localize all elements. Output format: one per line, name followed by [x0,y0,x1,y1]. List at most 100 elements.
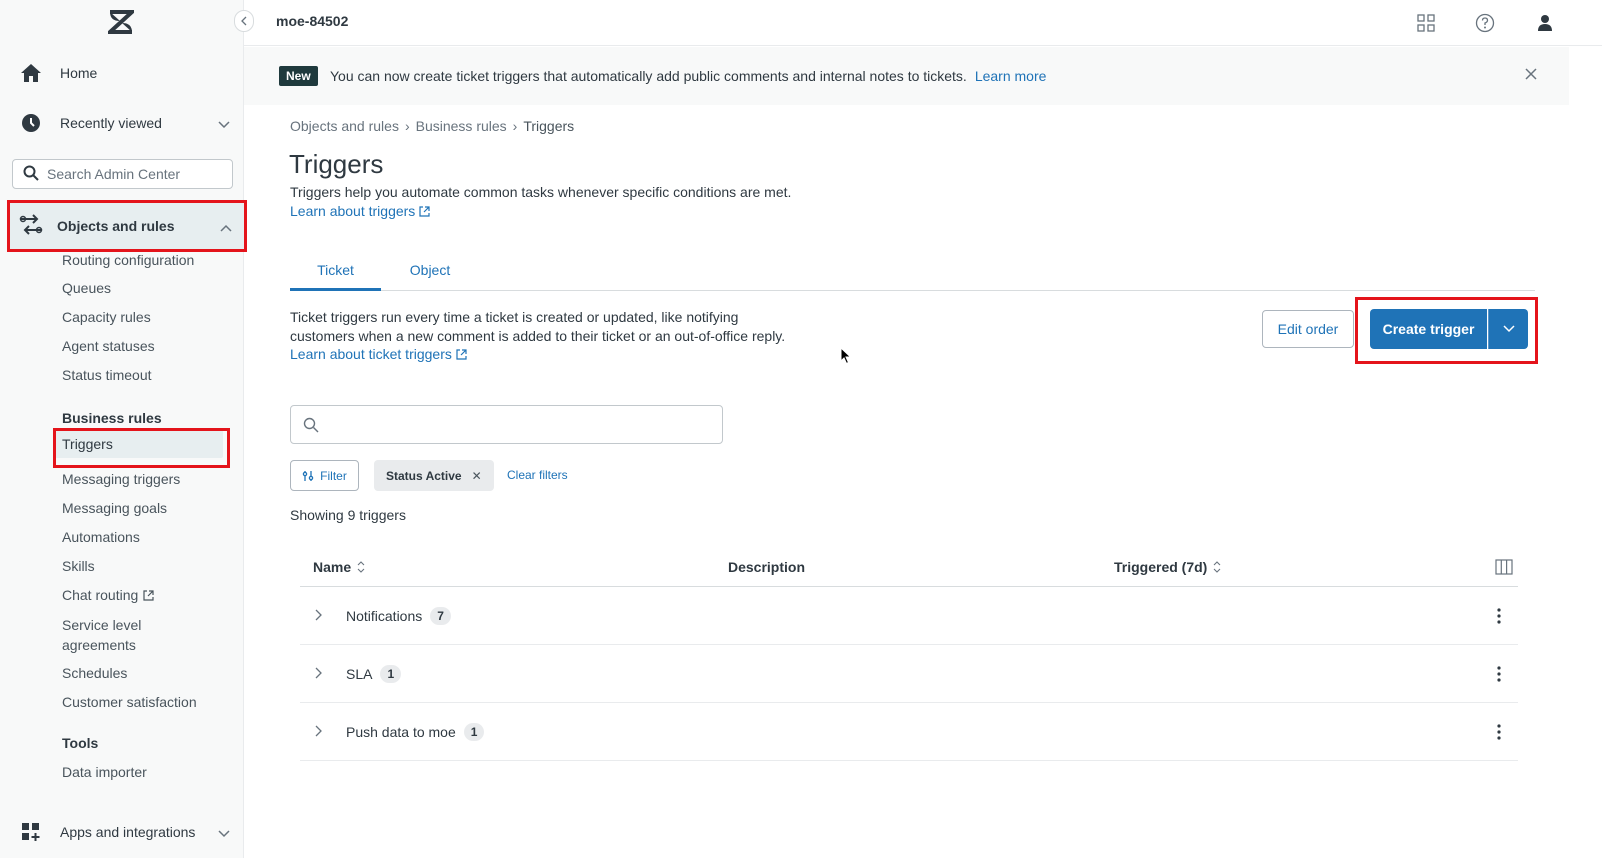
tab-list: Ticket Object [290,262,1535,291]
showing-count: Showing 9 triggers [290,507,406,523]
filter-label: Filter [320,468,347,483]
nav-home[interactable]: Home [18,61,234,85]
status-active-tag: Status Active ✕ [374,460,494,491]
nav-status-timeout[interactable]: Status timeout [62,365,152,385]
chevron-down-icon [218,116,230,132]
kebab-menu-icon[interactable] [1491,607,1507,625]
ticket-triggers-description: Ticket triggers run every time a ticket … [290,308,820,346]
create-trigger-menu-button[interactable] [1488,309,1528,349]
edit-order-button[interactable]: Edit order [1262,310,1354,348]
row-count-badge: 7 [430,607,451,625]
mouse-cursor-icon [840,346,852,368]
nav-data-importer[interactable]: Data importer [62,762,147,782]
sort-icon [1213,561,1221,573]
banner-text-wrap: You can now create ticket triggers that … [330,68,1046,84]
page-description: Triggers help you automate common tasks … [290,184,792,200]
nav-home-label: Home [60,65,98,81]
top-bar: moe-84502 [244,0,1602,46]
table-row[interactable]: SLA 1 [300,645,1518,703]
new-badge: New [279,66,318,86]
search-icon [303,417,319,432]
close-icon[interactable] [1524,67,1542,85]
tab-object[interactable]: Object [381,262,479,291]
nav-customer-satisfaction[interactable]: Customer satisfaction [62,692,197,712]
breadcrumb-business-rules[interactable]: Business rules [416,118,507,134]
status-tag-label: Status Active [386,468,462,483]
learn-about-ticket-triggers-link[interactable]: Learn about ticket triggers [290,346,467,362]
row-name: Notifications 7 [346,607,451,625]
column-triggered-header[interactable]: Triggered (7d) [1114,559,1221,575]
kebab-menu-icon[interactable] [1491,723,1507,741]
banner-text: You can now create ticket triggers that … [330,68,967,84]
nav-objects-and-rules-label: Objects and rules [57,218,175,234]
nav-schedules[interactable]: Schedules [62,663,127,683]
nav-messaging-goals[interactable]: Messaging goals [62,498,167,518]
help-icon[interactable] [1474,12,1496,34]
nav-queues[interactable]: Queues [62,278,111,298]
search-icon [23,165,39,184]
row-name-label: Notifications [346,608,423,624]
nav-chat-routing[interactable]: Chat routing [62,585,154,605]
chevron-right-icon[interactable] [314,608,322,624]
search-placeholder: Search Admin Center [47,166,181,182]
column-name-label: Name [313,559,352,575]
table-row[interactable]: Push data to moe 1 [300,703,1518,761]
nav-skills[interactable]: Skills [62,556,95,576]
clear-filters-link[interactable]: Clear filters [507,468,568,482]
objects-rules-icon [19,213,43,239]
learn-about-triggers-link[interactable]: Learn about triggers [290,203,430,219]
nav-objects-and-rules[interactable]: Objects and rules [7,201,246,251]
learn-ticket-triggers-label: Learn about ticket triggers [290,346,452,362]
chevron-up-icon [220,219,232,235]
chevron-down-icon [218,825,230,841]
ticket-desc-line2: customers when a new comment is added to… [290,328,786,344]
ticket-desc-line1: Ticket triggers run every time a ticket … [290,309,739,325]
nav-sla-line1: Service level [62,617,142,633]
nav-routing-configuration[interactable]: Routing configuration [62,250,194,270]
create-trigger-button[interactable]: Create trigger [1370,309,1487,349]
breadcrumb-objects-and-rules[interactable]: Objects and rules [290,118,399,134]
nav-sla-line2: agreements [62,637,136,653]
row-name: SLA 1 [346,665,402,683]
home-icon [18,62,44,84]
table-row[interactable]: Notifications 7 [300,587,1518,645]
chevron-left-icon [241,16,247,26]
nav-apps-and-integrations[interactable]: Apps and integrations [18,820,234,844]
row-name-label: Push data to moe [346,724,456,740]
external-link-icon [419,205,430,217]
user-avatar-icon[interactable] [1534,12,1556,34]
row-name-label: SLA [346,666,373,682]
banner-learn-more-link[interactable]: Learn more [975,68,1047,84]
chevron-right-icon[interactable] [314,724,322,740]
tools-heading: Tools [62,735,99,751]
nav-triggers[interactable]: Triggers [55,430,223,458]
chevron-down-icon [1502,325,1515,333]
nav-messaging-triggers[interactable]: Messaging triggers [62,469,180,489]
breadcrumb-triggers: Triggers [523,118,575,134]
external-link-icon [456,348,467,360]
nav-apps-label: Apps and integrations [60,824,196,840]
triggers-search-input[interactable] [290,405,723,444]
nav-service-level-agreements[interactable]: Service level agreements [62,615,141,655]
zendesk-logo-icon[interactable] [104,10,138,34]
announcement-banner: New You can now create ticket triggers t… [244,47,1569,105]
nav-agent-statuses[interactable]: Agent statuses [62,336,155,356]
remove-tag-icon[interactable]: ✕ [472,469,482,483]
admin-search-input[interactable]: Search Admin Center [12,159,233,189]
columns-settings-icon[interactable] [1495,559,1513,578]
table-header: Name Description Triggered (7d) [300,553,1518,587]
product-tray-icon[interactable] [1415,12,1437,34]
nav-recently-viewed[interactable]: Recently viewed [18,111,234,135]
column-name-header[interactable]: Name [313,559,365,575]
nav-recently-viewed-label: Recently viewed [60,115,162,131]
nav-automations[interactable]: Automations [62,527,140,547]
chevron-right-icon[interactable] [314,666,322,682]
row-name: Push data to moe 1 [346,723,485,741]
clock-icon [18,112,44,134]
tab-ticket[interactable]: Ticket [290,262,381,291]
collapse-sidebar-button[interactable] [234,10,254,32]
nav-capacity-rules[interactable]: Capacity rules [62,307,151,327]
filter-button[interactable]: Filter [290,460,359,491]
sidebar: Home Recently viewed Search Admin Center… [0,0,246,858]
kebab-menu-icon[interactable] [1491,665,1507,683]
